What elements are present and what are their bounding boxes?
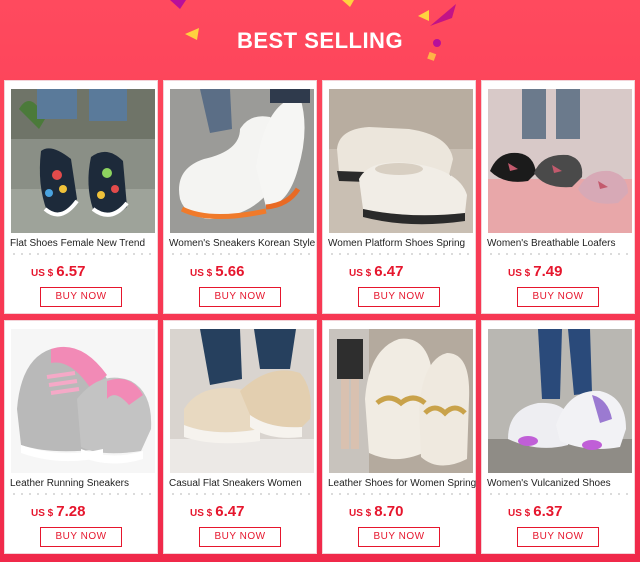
product-name[interactable]: Women's Breathable Loafers [487, 238, 635, 249]
price-amount: 6.37 [533, 503, 563, 520]
divider [487, 253, 631, 255]
product-card[interactable]: Leather Shoes for Women Spring US $8.70 … [322, 320, 476, 554]
product-image[interactable] [11, 89, 155, 233]
divider [169, 493, 313, 495]
price-amount: 7.49 [533, 263, 563, 280]
currency-label: US $ [508, 268, 531, 279]
divider [169, 253, 313, 255]
confetti-decoration [418, 10, 429, 21]
product-grid: Flat Shoes Female New Trend US $6.57 BUY… [4, 80, 636, 558]
price-amount: 5.66 [215, 263, 245, 280]
price-amount: 6.47 [215, 503, 245, 520]
page-title: BEST SELLING [236, 28, 404, 53]
product-card[interactable]: Women Platform Shoes Spring US $6.47 BUY… [322, 80, 476, 314]
divider [487, 493, 631, 495]
product-price: US $7.49 [508, 263, 562, 281]
buy-now-button[interactable]: BUY NOW [517, 527, 599, 547]
divider [328, 493, 472, 495]
product-image[interactable] [488, 329, 632, 473]
divider [10, 493, 154, 495]
product-image[interactable] [329, 329, 473, 473]
currency-label: US $ [31, 268, 54, 279]
product-card[interactable]: Leather Running Sneakers US $7.28 BUY NO… [4, 320, 158, 554]
product-image[interactable] [170, 89, 314, 233]
divider [328, 253, 472, 255]
product-price: US $6.37 [508, 503, 562, 521]
product-price: US $6.57 [31, 263, 85, 281]
confetti-decoration [342, 0, 354, 7]
product-price: US $6.47 [190, 503, 244, 521]
header-banner: BEST SELLING [0, 0, 640, 80]
price-amount: 7.28 [56, 503, 86, 520]
buy-now-button[interactable]: BUY NOW [40, 527, 122, 547]
buy-now-button[interactable]: BUY NOW [199, 287, 281, 307]
product-price: US $8.70 [349, 503, 403, 521]
product-image[interactable] [329, 89, 473, 233]
product-name[interactable]: Women's Vulcanized Shoes [487, 478, 635, 489]
product-card[interactable]: Women's Breathable Loafers US $7.49 BUY … [481, 80, 635, 314]
currency-label: US $ [190, 268, 213, 279]
product-price: US $7.28 [31, 503, 85, 521]
currency-label: US $ [349, 268, 372, 279]
divider [10, 253, 154, 255]
buy-now-button[interactable]: BUY NOW [40, 287, 122, 307]
confetti-decoration [430, 4, 456, 26]
product-name[interactable]: Leather Running Sneakers [10, 478, 158, 489]
currency-label: US $ [31, 508, 54, 519]
product-card[interactable]: Casual Flat Sneakers Women US $6.47 BUY … [163, 320, 317, 554]
product-price: US $5.66 [190, 263, 244, 281]
product-name[interactable]: Leather Shoes for Women Spring [328, 478, 476, 489]
product-name[interactable]: Women Platform Shoes Spring [328, 238, 476, 249]
currency-label: US $ [349, 508, 372, 519]
product-name[interactable]: Flat Shoes Female New Trend [10, 238, 158, 249]
product-card[interactable]: Flat Shoes Female New Trend US $6.57 BUY… [4, 80, 158, 314]
product-price: US $6.47 [349, 263, 403, 281]
product-name[interactable]: Casual Flat Sneakers Women [169, 478, 317, 489]
price-amount: 6.47 [374, 263, 404, 280]
product-card[interactable]: Women's Vulcanized Shoes US $6.37 BUY NO… [481, 320, 635, 554]
price-amount: 6.57 [56, 263, 86, 280]
buy-now-button[interactable]: BUY NOW [517, 287, 599, 307]
product-name[interactable]: Women's Sneakers Korean Style [169, 238, 317, 249]
buy-now-button[interactable]: BUY NOW [358, 527, 440, 547]
currency-label: US $ [190, 508, 213, 519]
product-image[interactable] [488, 89, 632, 233]
product-image[interactable] [170, 329, 314, 473]
currency-label: US $ [508, 508, 531, 519]
confetti-decoration [170, 0, 186, 9]
price-amount: 8.70 [374, 503, 404, 520]
product-card[interactable]: Women's Sneakers Korean Style US $5.66 B… [163, 80, 317, 314]
product-image[interactable] [11, 329, 155, 473]
buy-now-button[interactable]: BUY NOW [358, 287, 440, 307]
buy-now-button[interactable]: BUY NOW [199, 527, 281, 547]
